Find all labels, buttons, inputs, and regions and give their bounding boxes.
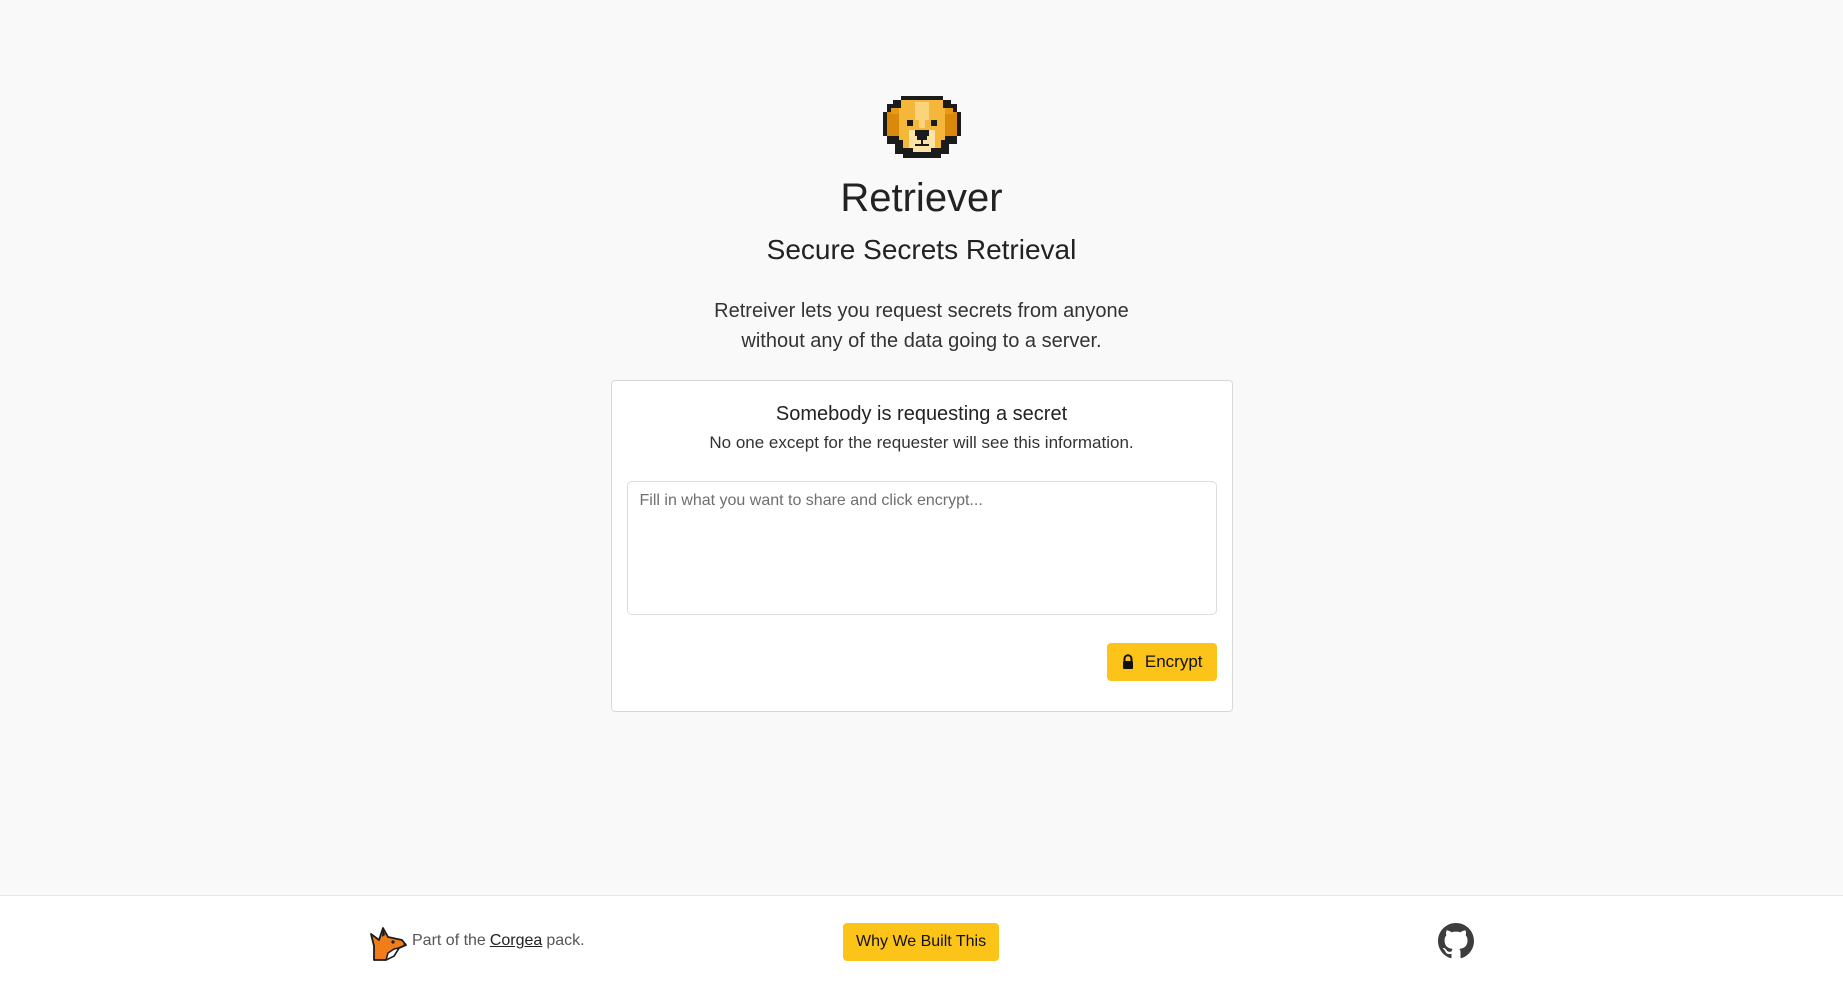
encrypt-button[interactable]: Encrypt [1106,643,1217,681]
intro-text: Retreiver lets you request secrets from … [714,296,1129,356]
page-subtitle: Secure Secrets Retrieval [766,234,1077,265]
card-title: Somebody is requesting a secret [775,403,1068,425]
secret-request-card: Somebody is requesting a secret No one e… [610,380,1233,712]
github-icon [1438,923,1474,959]
fox-icon [370,927,407,961]
corgea-link[interactable]: Corgea [490,932,542,950]
hero: Retriever Secure Secrets Retrieval Retre… [0,0,1843,712]
card-note: No one except for the requester will see… [709,433,1134,452]
lock-icon [1122,654,1133,669]
card-actions: Encrypt [627,643,1217,681]
intro-line: Retreiver lets you request secrets from … [714,300,1129,322]
github-link[interactable] [1438,923,1474,959]
footer-suffix: pack. [546,932,585,949]
footer-credit: Part of the Corgea pack. [368,920,585,962]
page-title: Retriever [840,176,1003,220]
why-we-built-this-button[interactable]: Why We Built This [843,923,1000,961]
encrypt-button-label: Encrypt [1144,652,1203,671]
intro-line: without any of the data going to a serve… [741,330,1102,352]
page: Retriever Secure Secrets Retrieval Retre… [0,0,1843,986]
footer: Part of the Corgea pack. Why We Built Th… [0,895,1843,986]
footer-prefix: Part of the [412,932,486,949]
golden-retriever-icon [882,96,961,158]
secret-input[interactable] [626,481,1217,615]
